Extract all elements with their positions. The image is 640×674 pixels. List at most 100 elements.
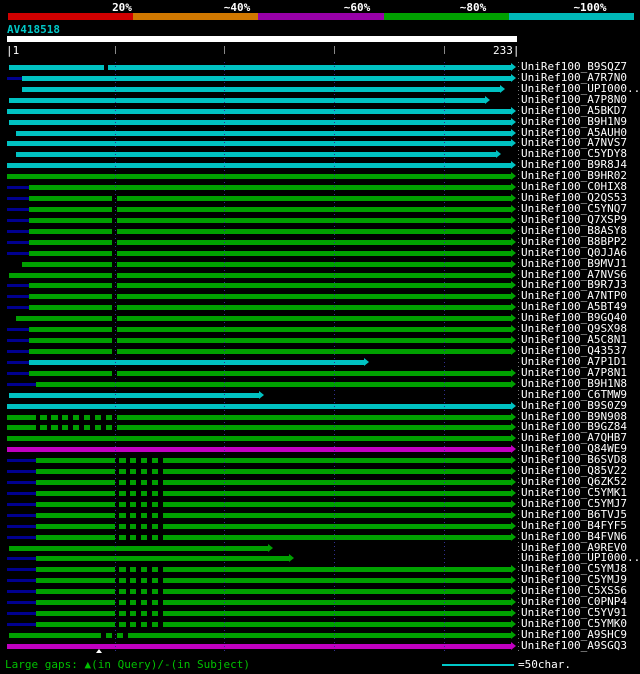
hit-bar[interactable] bbox=[35, 469, 512, 475]
hit-arrow-icon bbox=[511, 73, 516, 82]
subject-gap-dash bbox=[57, 414, 62, 420]
hit-bar[interactable] bbox=[35, 611, 512, 617]
hit-label[interactable]: UniRef100_A9SGQ3 bbox=[521, 640, 627, 652]
subject-gap-dash bbox=[68, 414, 73, 420]
unaligned-segment bbox=[7, 623, 36, 627]
hit-bar[interactable] bbox=[28, 338, 512, 344]
hit-bar[interactable] bbox=[28, 348, 512, 354]
subject-gap-dash bbox=[125, 622, 130, 628]
hit-bar[interactable] bbox=[35, 490, 512, 496]
hit-bar[interactable] bbox=[22, 261, 512, 267]
subject-gap-dash bbox=[136, 567, 141, 573]
subject-gap-dash bbox=[125, 567, 130, 573]
query-bar bbox=[7, 36, 517, 42]
hit-bar[interactable] bbox=[28, 196, 512, 202]
subject-gap-dash bbox=[136, 534, 141, 540]
hit-bar[interactable] bbox=[7, 163, 512, 169]
hit-arrow-icon bbox=[511, 303, 516, 312]
hit-bar[interactable] bbox=[28, 370, 512, 376]
hit-bar[interactable] bbox=[35, 458, 512, 464]
hit-arrow-icon bbox=[511, 620, 516, 629]
hit-bar[interactable] bbox=[7, 403, 512, 409]
hit-arrow-icon bbox=[511, 117, 516, 126]
hit-bar[interactable] bbox=[7, 643, 512, 649]
hit-arrow-icon bbox=[511, 598, 516, 607]
hit-bar[interactable] bbox=[7, 436, 512, 442]
hit-bar[interactable] bbox=[35, 578, 512, 584]
hit-arrow-icon bbox=[511, 325, 516, 334]
hit-bar[interactable] bbox=[15, 316, 512, 322]
hit-bar[interactable] bbox=[22, 86, 502, 92]
subject-gap-dash bbox=[123, 632, 128, 638]
hit-bar[interactable] bbox=[28, 206, 512, 212]
hit-arrow-icon bbox=[511, 314, 516, 323]
hit-bar[interactable] bbox=[28, 239, 512, 245]
hit-bar[interactable] bbox=[35, 600, 512, 606]
identity-scale-labels: 20% ~40% ~60% ~80% ~100% bbox=[0, 1, 640, 14]
unaligned-segment bbox=[7, 524, 36, 528]
subject-gap-dash bbox=[136, 523, 141, 529]
hit-arrow-icon bbox=[511, 478, 516, 487]
hit-bar[interactable] bbox=[35, 567, 512, 573]
hit-bar[interactable] bbox=[35, 501, 512, 507]
hit-bar[interactable] bbox=[35, 381, 512, 387]
hit-bar[interactable] bbox=[9, 272, 512, 278]
subject-gap-dash bbox=[125, 480, 130, 486]
grid-line bbox=[443, 62, 445, 652]
hit-bar[interactable] bbox=[9, 119, 512, 125]
hit-bar[interactable] bbox=[9, 392, 260, 398]
hit-bar[interactable] bbox=[7, 141, 512, 147]
unaligned-segment bbox=[7, 306, 29, 310]
hit-arrow-icon bbox=[511, 292, 516, 301]
hit-arrow-icon bbox=[511, 139, 516, 148]
hit-bar[interactable] bbox=[35, 512, 512, 518]
hit-arrow-icon bbox=[511, 456, 516, 465]
subject-gap-dash bbox=[79, 414, 84, 420]
hit-arrow-icon bbox=[511, 401, 516, 410]
hit-bar[interactable] bbox=[35, 534, 512, 540]
hit-bar[interactable] bbox=[35, 589, 512, 595]
hit-arrow-icon bbox=[511, 63, 516, 71]
subject-gap-dash bbox=[147, 611, 152, 617]
hit-arrow-icon bbox=[511, 423, 516, 432]
hit-bar[interactable] bbox=[28, 228, 512, 234]
hit-bar[interactable] bbox=[28, 185, 512, 191]
hit-bar[interactable] bbox=[35, 523, 512, 529]
hit-bar[interactable] bbox=[35, 556, 291, 562]
subject-gap-dash bbox=[136, 490, 141, 496]
subject-gap-dash bbox=[35, 414, 40, 420]
hit-bar[interactable] bbox=[35, 622, 512, 628]
hit-bar[interactable] bbox=[35, 480, 512, 486]
hit-bar[interactable] bbox=[7, 174, 512, 180]
hit-bar[interactable] bbox=[28, 283, 512, 289]
hit-bar[interactable] bbox=[9, 65, 512, 70]
hit-arrow-icon bbox=[511, 379, 516, 388]
hit-bar[interactable] bbox=[28, 294, 512, 300]
unaligned-segment bbox=[7, 349, 29, 353]
subject-gap-dash bbox=[147, 458, 152, 464]
hit-bar[interactable] bbox=[9, 97, 486, 103]
hit-bar[interactable] bbox=[15, 130, 512, 136]
unaligned-segment bbox=[7, 481, 36, 485]
subject-gap-dash bbox=[158, 589, 163, 595]
hit-bar[interactable] bbox=[9, 545, 269, 551]
hit-bar[interactable] bbox=[7, 447, 512, 453]
hit-bar[interactable] bbox=[22, 75, 512, 81]
hit-bar[interactable] bbox=[15, 152, 497, 158]
unaligned-segment bbox=[7, 360, 29, 364]
subject-gap-dash bbox=[158, 578, 163, 584]
subject-gap-dash bbox=[147, 600, 152, 606]
hit-bar[interactable] bbox=[28, 359, 365, 365]
hit-bar[interactable] bbox=[28, 327, 512, 333]
grid-line bbox=[114, 62, 116, 652]
subject-gap-dash bbox=[125, 589, 130, 595]
subject-gap-dash bbox=[125, 458, 130, 464]
hit-bar[interactable] bbox=[28, 305, 512, 311]
hit-bar[interactable] bbox=[7, 108, 512, 114]
hit-bar[interactable] bbox=[28, 217, 512, 223]
subject-gap-dash bbox=[147, 490, 152, 496]
hit-bar[interactable] bbox=[9, 632, 512, 638]
hit-bar[interactable] bbox=[28, 250, 512, 256]
unaligned-segment bbox=[7, 207, 29, 211]
subject-gap-dash bbox=[136, 622, 141, 628]
